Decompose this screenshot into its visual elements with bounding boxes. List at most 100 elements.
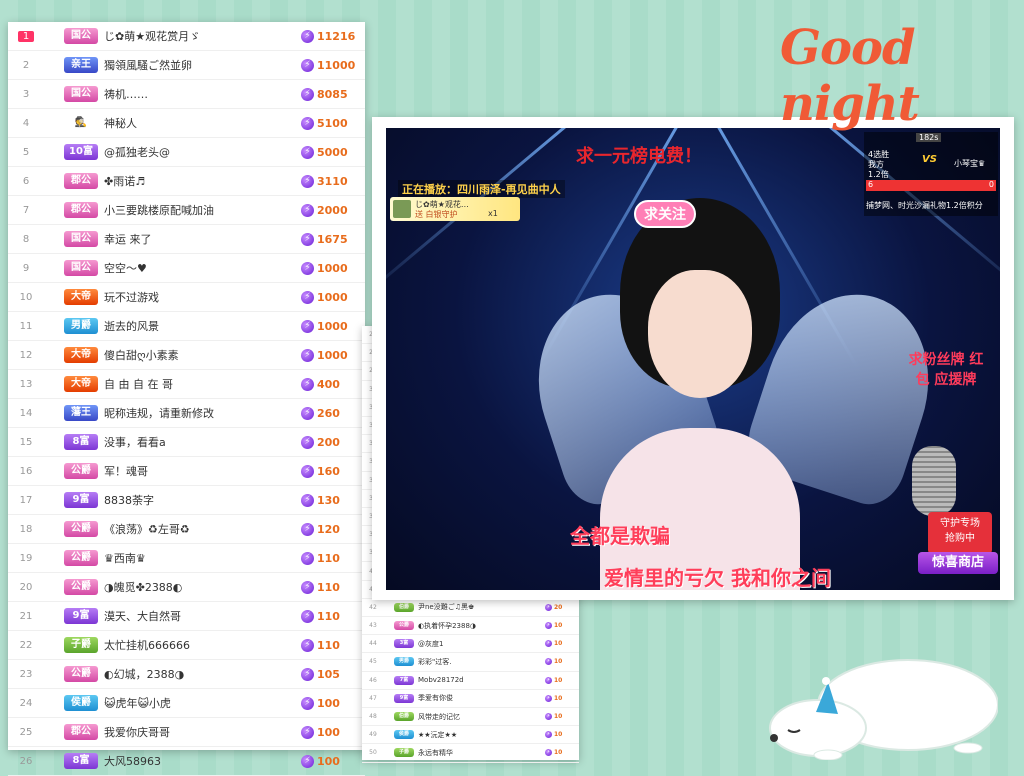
contributor-row[interactable]: 16 公爵 军！魂哥 ⚡ 160 <box>8 457 365 486</box>
contributor-row[interactable]: 46 7富 Mobv28172d ⚡ 10 <box>362 672 579 690</box>
contributor-name[interactable]: 军！魂哥 <box>104 463 284 479</box>
rank-number: 22 <box>19 639 33 651</box>
lightning-coin-icon: ⚡ <box>301 174 314 188</box>
contributor-name[interactable]: 逝去的风景 <box>104 318 284 334</box>
contributor-name[interactable]: 昵称违规，请重新修改 <box>104 405 284 421</box>
contributor-row[interactable]: 49 侯爵 ★★沅定★★ ⚡ 10 <box>362 726 579 745</box>
contributor-row[interactable]: 21 9富 漠天、大自然哥 ⚡ 110 <box>8 602 365 631</box>
contributor-name[interactable]: 没事，看看a <box>104 434 284 450</box>
contributor-name[interactable]: 季爱有你俊 <box>418 693 528 703</box>
contributor-row[interactable]: 10 大帝 玩不过游戏 ⚡ 1000 <box>8 283 365 312</box>
contributor-row[interactable]: 3 国公 祷机…… ⚡ 8085 <box>8 80 365 109</box>
contributor-name[interactable]: 祷机…… <box>104 86 284 102</box>
rank-badge: 国公 <box>64 231 98 247</box>
rank-badge: 郡公 <box>64 202 98 218</box>
rank-badge: 伯爵 <box>394 602 414 612</box>
contributor-row[interactable]: 20 公爵 ◑魄觅✤2388◐ ⚡ 110 <box>8 573 365 602</box>
contributor-row[interactable]: 15 8富 没事，看看a ⚡ 200 <box>8 428 365 457</box>
contribution-amount: 5000 <box>317 145 348 159</box>
contributor-name[interactable]: 自 由 自 在 哥 <box>104 376 284 392</box>
contributor-name[interactable]: 空空～♥ <box>104 260 284 276</box>
contributor-name[interactable]: 太忙挂机666666 <box>104 637 284 653</box>
contributor-row[interactable]: 13 大帝自 由 自 在 哥 ⚡ 400 <box>8 370 365 399</box>
contributor-row[interactable]: 47 9富 季爱有你俊 ⚡ 10 <box>362 690 579 708</box>
contributor-name[interactable]: ★★沅定★★ <box>418 730 528 740</box>
rank-badge: 8富 <box>64 434 98 450</box>
contributor-name[interactable]: 彩彩"过客. <box>418 657 528 667</box>
contributor-row[interactable]: 17 9富 8838荼字 ⚡ 130 <box>8 486 365 515</box>
contributor-row[interactable]: 26 8富 大风58963 ⚡ 100 <box>8 747 365 776</box>
contributor-name[interactable]: ◐执着怀孕2388◑ <box>418 621 528 631</box>
rank-number: 21 <box>19 610 33 622</box>
rank-number: 14 <box>19 407 33 419</box>
contributor-row[interactable]: 42 伯爵 尹ne没難ご♫黑♚ ⚡ 20 <box>362 599 579 617</box>
lightning-coin-icon: ⚡ <box>301 522 314 536</box>
contributor-row[interactable]: 8 国公 幸运 来了 ⚡ 1675 <box>8 225 365 254</box>
contribution-amount: 1675 <box>317 232 348 246</box>
pk-vs-label: VS <box>922 154 937 165</box>
contributor-name[interactable]: 神秘人 <box>104 115 284 131</box>
contributor-row[interactable]: 25 郡公 我爱你庆哥哥 ⚡ 100 <box>8 718 365 747</box>
contributor-row[interactable]: 45 男爵 彩彩"过客. ⚡ 10 <box>362 653 579 672</box>
contributor-row[interactable]: 23 公爵 ◐幻城，2388◑ ⚡ 105 <box>8 660 365 689</box>
contribution-amount: 10 <box>554 622 563 630</box>
surprise-shop-card[interactable]: 守护专场 抢购中 惊喜商店 <box>918 512 998 578</box>
contributor-name[interactable]: ◐幻城，2388◑ <box>104 666 284 682</box>
contributor-name[interactable]: 永远有精华 <box>418 748 528 758</box>
contributor-name[interactable]: 獨領風騷ご然並卵 <box>104 57 284 73</box>
rank-badge: 8富 <box>64 753 98 769</box>
contributor-row[interactable]: 12 大帝 傻白甜ღ小素素 ⚡ 1000 <box>8 341 365 370</box>
contributor-row[interactable]: 22 子爵 太忙挂机666666 ⚡ 110 <box>8 631 365 660</box>
rank-badge: 男爵 <box>394 657 414 667</box>
contributor-row[interactable]: 44 3富 @灰度1 ⚡ 10 <box>362 635 579 654</box>
lightning-coin-icon: ⚡ <box>545 640 552 648</box>
contributor-row[interactable]: 6 郡公 ✤雨诺♬ ⚡ 3110 <box>8 167 365 196</box>
lightning-coin-icon: ⚡ <box>301 232 314 246</box>
contributor-name[interactable]: 😺虎年😺小虎 <box>104 695 284 711</box>
rank-badge: 3富 <box>394 639 414 649</box>
gift-user-avatar <box>393 200 411 218</box>
contributor-row[interactable]: 24 侯爵 😺虎年😺小虎 ⚡ 100 <box>8 689 365 718</box>
contribution-amount: 110 <box>317 609 340 623</box>
rank-number: 20 <box>19 581 33 593</box>
contributor-name[interactable]: 大风58963 <box>104 753 284 769</box>
contributor-row[interactable]: 50 子爵 永远有精华 ⚡ 10 <box>362 744 579 763</box>
contributor-name[interactable]: ◑魄觅✤2388◐ <box>104 579 284 595</box>
contributor-name[interactable]: 傻白甜ღ小素素 <box>104 347 284 363</box>
contributor-name[interactable]: じ✿萌★观花赏月ゞ <box>104 28 284 44</box>
contributor-name[interactable]: 尹ne没難ご♫黑♚ <box>418 602 528 612</box>
contributor-row[interactable]: 18 公爵 《浪荡》♻左哥♻ ⚡ 120 <box>8 515 365 544</box>
contributor-name[interactable]: @灰度1 <box>418 639 528 649</box>
contributor-row[interactable]: 19 公爵 ♛西南♛ ⚡ 110 <box>8 544 365 573</box>
contributor-name[interactable]: ♛西南♛ <box>104 550 284 566</box>
contributor-name[interactable]: 风带走的记忆 <box>418 712 528 722</box>
contributor-name[interactable]: 《浪荡》♻左哥♻ <box>104 521 284 537</box>
contribution-amount: 2000 <box>317 203 348 217</box>
contributor-row[interactable]: 14 藩王 昵称违规，请重新修改 ⚡ 260 <box>8 399 365 428</box>
contributor-name[interactable]: 小三要跳楼原配喊加油 <box>104 202 284 218</box>
contributor-row[interactable]: 5 10富 @孤独老头@ ⚡ 5000 <box>8 138 365 167</box>
contributor-name[interactable]: 幸运 来了 <box>104 231 284 247</box>
rank-number: 48 <box>369 713 377 721</box>
contributor-row[interactable]: 1 国公 じ✿萌★观花赏月ゞ ⚡ 11216 <box>8 22 365 51</box>
lightning-coin-icon: ⚡ <box>301 29 314 43</box>
contributor-row[interactable]: 43 公爵 ◐执着怀孕2388◑ ⚡ 10 <box>362 617 579 636</box>
contributor-row[interactable]: 7 郡公 小三要跳楼原配喊加油 ⚡ 2000 <box>8 196 365 225</box>
contributor-name[interactable]: @孤独老头@ <box>104 144 284 160</box>
contributor-row[interactable]: 2 亲王 獨領風騷ご然並卵 ⚡ 11000 <box>8 51 365 80</box>
contributor-row[interactable]: 48 伯爵 风带走的记忆 ⚡ 10 <box>362 708 579 727</box>
shop-button[interactable]: 惊喜商店 <box>918 552 998 574</box>
contributor-row[interactable]: 11 男爵 逝去的风景 ⚡ 1000 <box>8 312 365 341</box>
lightning-coin-icon: ⚡ <box>545 694 552 702</box>
contributor-row[interactable]: 9 国公 空空～♥ ⚡ 1000 <box>8 254 365 283</box>
pk-score-right: 0 <box>988 180 994 189</box>
contributor-name[interactable]: Mobv28172d <box>418 676 528 684</box>
live-stream-video[interactable]: 求一元榜电费！ 正在播放：四川雨泽-再见曲中人 じ✿萌★观花… 送 白银守护 x… <box>386 128 1000 590</box>
contributor-name[interactable]: 漠天、大自然哥 <box>104 608 284 624</box>
contributor-name[interactable]: 8838荼字 <box>104 492 284 508</box>
contributor-name[interactable]: 我爱你庆哥哥 <box>104 724 284 740</box>
contributor-name[interactable]: 玩不过游戏 <box>104 289 284 305</box>
contributor-row[interactable]: 4 🕵 神秘人 ⚡ 5100 <box>8 109 365 138</box>
contributor-name[interactable]: ✤雨诺♬ <box>104 173 284 189</box>
lightning-coin-icon: ⚡ <box>301 638 314 652</box>
